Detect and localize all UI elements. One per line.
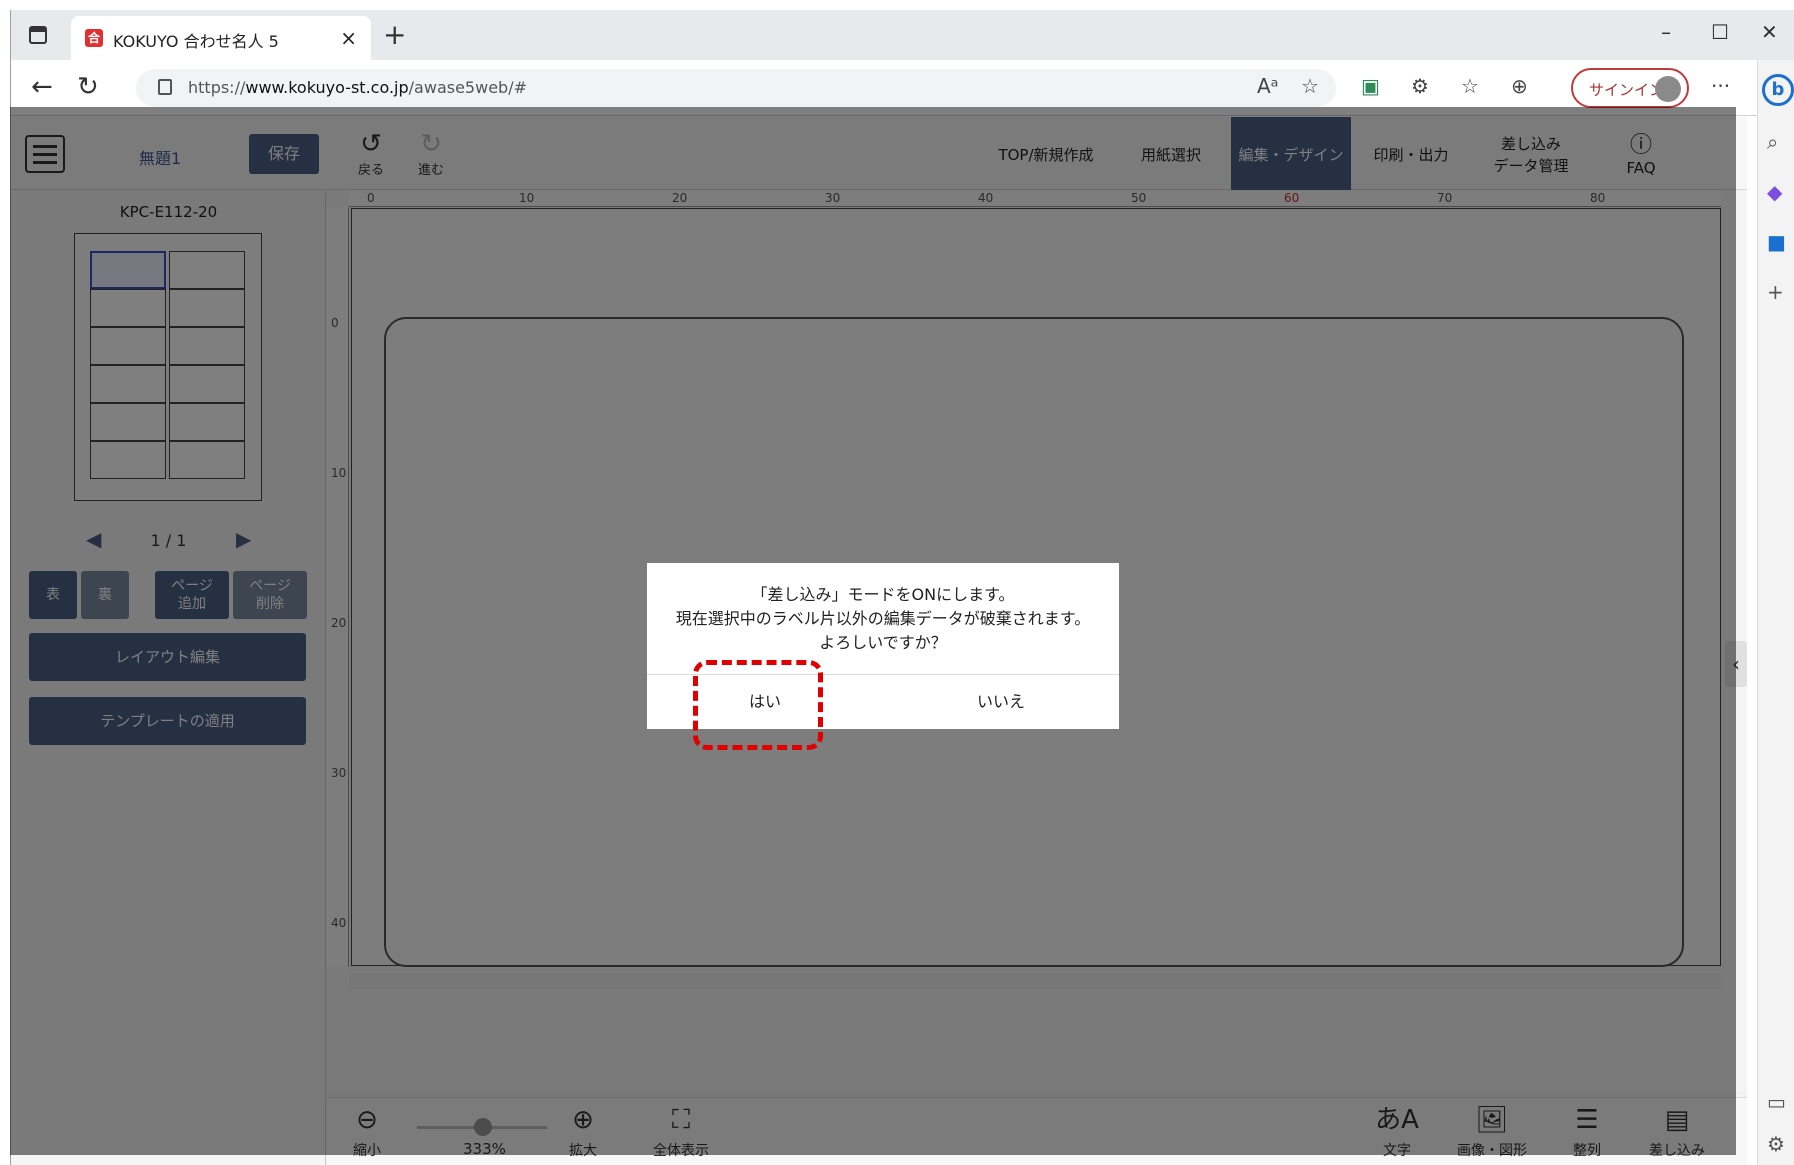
- close-window-icon[interactable]: ✕: [1761, 20, 1778, 44]
- browser-tab[interactable]: 合 KOKUYO 合わせ名人 5 ×: [71, 16, 371, 60]
- tab-actions-icon[interactable]: [29, 26, 47, 44]
- no-button[interactable]: いいえ: [883, 675, 1119, 729]
- kokuyo-favicon-icon: 合: [85, 29, 103, 47]
- read-aloud-icon[interactable]: Aᵃ: [1257, 74, 1279, 98]
- copilot-icon[interactable]: ◆: [1767, 180, 1782, 204]
- close-tab-icon[interactable]: ×: [340, 26, 357, 50]
- refresh-icon[interactable]: ↻: [77, 72, 99, 102]
- signin-label: サインイン: [1589, 81, 1665, 99]
- new-tab-icon[interactable]: +: [383, 18, 406, 51]
- more-menu-icon[interactable]: ···: [1711, 74, 1730, 98]
- settings-gear-icon[interactable]: ⚙: [1767, 1132, 1785, 1156]
- outlook-icon[interactable]: ■: [1767, 230, 1786, 254]
- tab-title: KOKUYO 合わせ名人 5: [113, 32, 279, 51]
- bing-icon[interactable]: b: [1762, 74, 1794, 106]
- edge-sidebar: b ⌕ ◆ ■ + ▭ ⚙: [1757, 60, 1794, 1165]
- maximize-icon[interactable]: ☐: [1711, 20, 1729, 44]
- add-sidebar-icon[interactable]: +: [1767, 280, 1784, 304]
- favorites-icon[interactable]: ☆: [1461, 74, 1479, 98]
- signin-button[interactable]: サインイン: [1571, 68, 1689, 108]
- url-path: /awase5web/#: [408, 78, 527, 97]
- collections-icon[interactable]: ⊕: [1511, 74, 1528, 98]
- minimize-icon[interactable]: –: [1661, 20, 1671, 44]
- url-field[interactable]: https://www.kokuyo-st.co.jp/awase5web/#: [136, 69, 1336, 107]
- extensions-puzzle-icon[interactable]: ⚙: [1411, 74, 1429, 98]
- dialog-line-1: 「差し込み」モードをONにします。: [751, 585, 1015, 604]
- search-icon[interactable]: ⌕: [1767, 130, 1778, 154]
- lock-icon[interactable]: [158, 79, 172, 95]
- dialog-line-2: 現在選択中のラベル片以外の編集データが破棄されます。: [675, 609, 1091, 628]
- extension-icon[interactable]: ▣: [1361, 74, 1380, 98]
- dialog-message: 「差し込み」モードをONにします。 現在選択中のラベル片以外の編集データが破棄さ…: [647, 583, 1119, 655]
- url-text: https://www.kokuyo-st.co.jp/awase5web/#: [188, 78, 527, 97]
- url-host: www.kokuyo-st.co.jp: [245, 78, 409, 97]
- yes-button-highlight: [693, 660, 823, 750]
- sidebar-toggle-icon[interactable]: ▭: [1767, 1090, 1786, 1114]
- dialog-line-3: よろしいですか？: [819, 633, 947, 652]
- add-favorite-icon[interactable]: ☆: [1301, 74, 1319, 98]
- tab-strip: 合 KOKUYO 合わせ名人 5 × + – ☐ ✕: [11, 10, 1794, 60]
- profile-avatar-icon: [1655, 76, 1681, 102]
- url-prefix: https://: [188, 78, 246, 97]
- back-icon[interactable]: ←: [31, 72, 53, 102]
